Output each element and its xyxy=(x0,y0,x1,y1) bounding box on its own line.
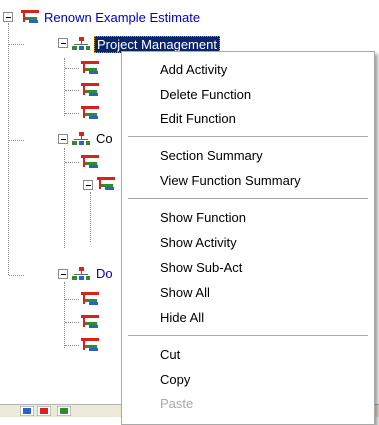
menu-item-show-sub-act[interactable]: Show Sub-Act xyxy=(160,260,242,275)
menu-item-paste: Paste xyxy=(160,396,194,411)
activity-icon[interactable] xyxy=(80,291,100,307)
menu-item-copy[interactable]: Copy xyxy=(160,372,190,387)
menu-separator xyxy=(128,198,368,199)
menu-item-delete-function[interactable]: Delete Function xyxy=(160,87,251,102)
menu-separator xyxy=(128,136,368,137)
menu-item-view-function-summary[interactable]: View Function Summary xyxy=(160,173,301,188)
toolbar-button-icon[interactable] xyxy=(37,406,51,416)
tree-node-co[interactable]: Co xyxy=(96,131,113,146)
activity-icon[interactable] xyxy=(80,60,100,76)
menu-item-edit-function[interactable]: Edit Function xyxy=(160,111,236,126)
menu-item-cut[interactable]: Cut xyxy=(160,347,180,362)
activity-icon[interactable] xyxy=(80,154,100,170)
toolbar-button-icon[interactable] xyxy=(57,406,71,416)
collapse-root-icon[interactable] xyxy=(3,12,13,22)
menu-item-hide-all[interactable]: Hide All xyxy=(160,310,204,325)
hierarchy-icon xyxy=(72,37,90,50)
activity-icon[interactable] xyxy=(80,337,100,353)
collapse-subnode-icon[interactable] xyxy=(83,180,93,190)
menu-item-show-all[interactable]: Show All xyxy=(160,285,210,300)
hierarchy-icon xyxy=(72,267,90,280)
estimate-tree-icon xyxy=(21,10,39,23)
activity-icon[interactable] xyxy=(80,105,100,121)
context-menu: Add Activity Delete Function Edit Functi… xyxy=(121,51,375,425)
menu-separator xyxy=(128,335,368,336)
activity-icon[interactable] xyxy=(80,314,100,330)
activity-icon[interactable] xyxy=(96,176,116,192)
collapse-node-icon[interactable] xyxy=(58,134,68,144)
tree-root-label[interactable]: Renown Example Estimate xyxy=(44,10,200,25)
menu-item-add-activity[interactable]: Add Activity xyxy=(160,62,227,77)
activity-icon[interactable] xyxy=(80,82,100,98)
collapse-node-icon[interactable] xyxy=(58,269,68,279)
menu-item-section-summary[interactable]: Section Summary xyxy=(160,148,263,163)
collapse-node-icon[interactable] xyxy=(58,38,68,48)
hierarchy-icon xyxy=(72,132,90,145)
toolbar-button-icon[interactable] xyxy=(20,406,34,416)
menu-item-show-activity[interactable]: Show Activity xyxy=(160,235,237,250)
menu-item-show-function[interactable]: Show Function xyxy=(160,210,246,225)
tree-node-do[interactable]: Do xyxy=(96,266,113,281)
